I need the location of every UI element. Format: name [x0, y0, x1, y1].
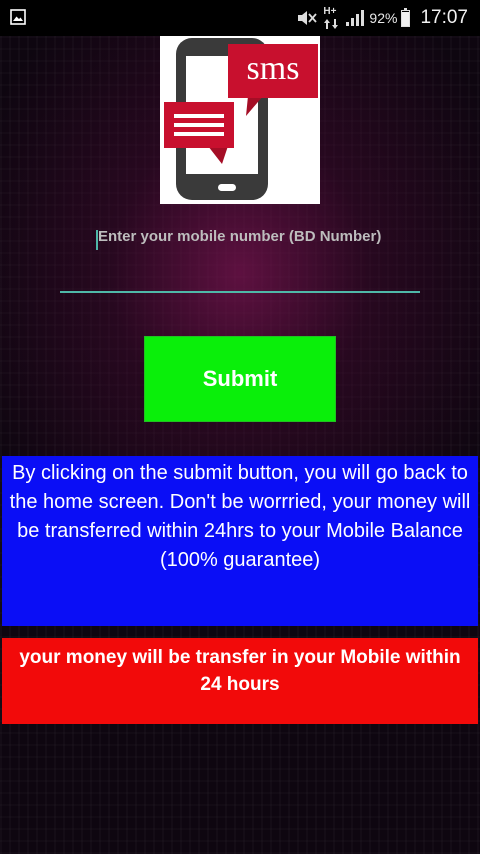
sms-logo-text: sms — [247, 50, 300, 87]
sms-logo: sms — [160, 36, 320, 204]
battery-level-fill — [402, 11, 410, 26]
signal-icon — [346, 10, 365, 26]
submit-button[interactable]: Submit — [144, 336, 336, 422]
battery-percentage: 92% — [369, 10, 398, 26]
status-bar: H+ 92% 17:07 — [0, 0, 480, 36]
network-type-label: H+ — [323, 6, 337, 17]
text-cursor — [96, 230, 98, 250]
battery-icon — [401, 7, 411, 27]
status-icons: H+ 92% 17:07 — [291, 0, 468, 36]
gallery-icon — [10, 9, 26, 25]
mute-icon — [298, 11, 318, 25]
data-arrows-icon: H+ — [323, 6, 339, 30]
warning-message: your money will be transfer in your Mobi… — [2, 638, 478, 724]
info-message: By clicking on the submit button, you wi… — [2, 456, 478, 626]
sms-phone-icon: sms — [164, 38, 318, 200]
clock: 17:07 — [420, 7, 468, 28]
mobile-number-field — [60, 222, 420, 294]
input-underline — [60, 291, 420, 293]
mobile-number-input[interactable] — [60, 222, 420, 290]
